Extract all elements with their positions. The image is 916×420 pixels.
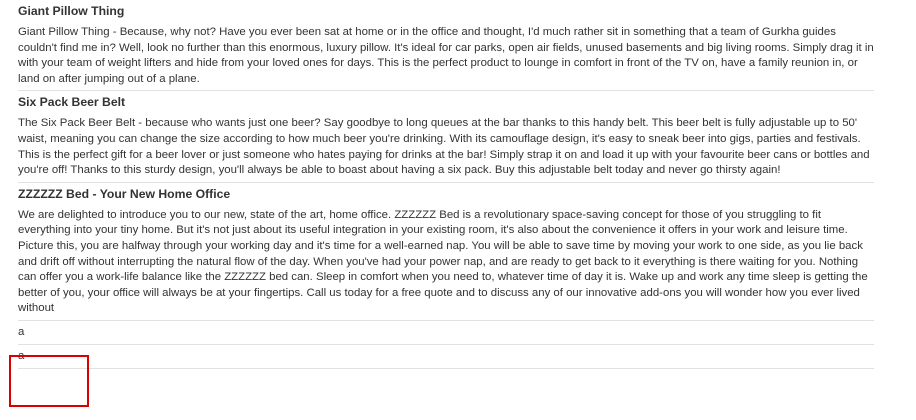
product-item-zzzzzz-bed: ZZZZZZ Bed - Your New Home Office We are… bbox=[18, 183, 874, 321]
product-title: ZZZZZZ Bed - Your New Home Office bbox=[18, 186, 231, 201]
product-description: We are delighted to introduce you to our… bbox=[18, 208, 868, 315]
extra-row-2: a bbox=[18, 345, 874, 369]
product-description: Giant Pillow Thing - Because, why not? H… bbox=[18, 26, 874, 85]
product-title: Giant Pillow Thing bbox=[18, 4, 125, 18]
product-title: Six Pack Beer Belt bbox=[18, 95, 126, 110]
product-description: The Six Pack Beer Belt - because who wan… bbox=[18, 117, 870, 177]
extra-row-1: a bbox=[18, 321, 874, 345]
product-list: Giant Pillow Thing Giant Pillow Thing - … bbox=[18, 0, 874, 369]
product-item-giant-pillow: Giant Pillow Thing Giant Pillow Thing - … bbox=[18, 0, 874, 92]
product-item-beer-belt: Six Pack Beer Belt The Six Pack Beer Bel… bbox=[18, 91, 874, 183]
